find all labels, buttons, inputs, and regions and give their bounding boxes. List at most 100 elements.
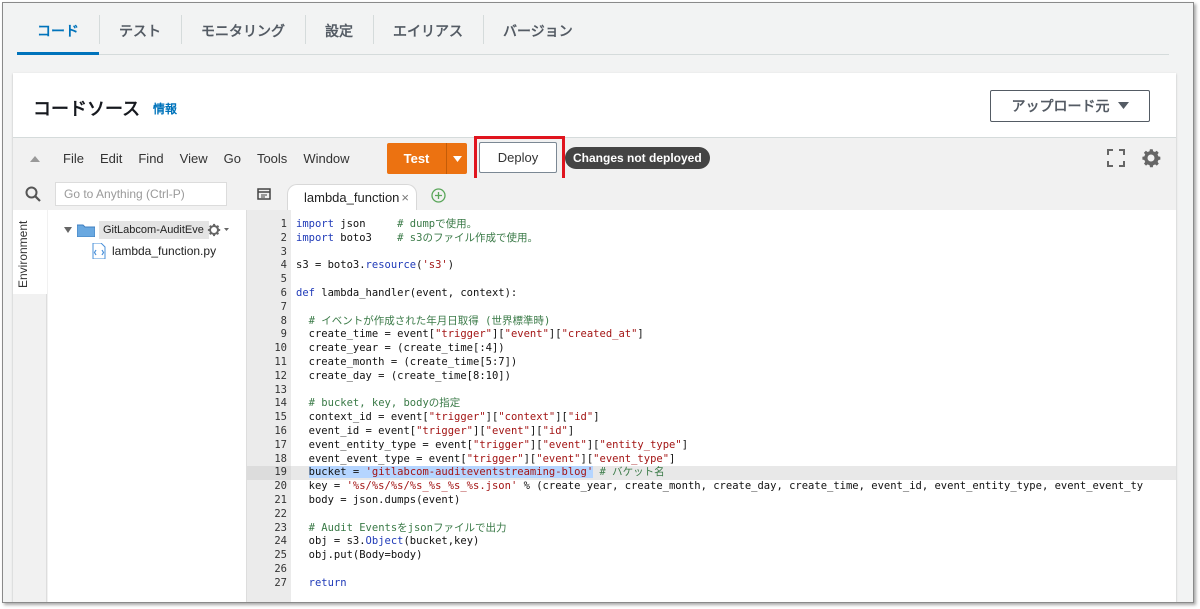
code-line[interactable]: 9 create_time = event["trigger"]["event"… [247,328,1176,342]
menu-edit[interactable]: Edit [92,151,130,166]
upload-from-label: アップロード元 [1011,98,1110,114]
code-line[interactable]: 10 create_year = (create_time[:4]) [247,342,1176,356]
folder-icon [77,224,95,237]
code-line[interactable]: 23 # Audit Eventsをjsonファイルで出力 [247,522,1176,536]
code-text: bucket = 'gitlabcom-auditeventstreaming-… [308,466,665,479]
tree-file-item[interactable]: lambda_function.py [92,243,216,259]
environment-tab-label: Environment [16,220,30,288]
line-number: 12 [274,369,287,382]
tab-list-icon[interactable] [257,187,271,201]
line-number: 6 [280,287,287,299]
code-line[interactable]: 6 def lambda_handler(event, context): [247,287,1176,301]
tab-configuration[interactable]: 設定 [305,7,373,54]
cloud9-ide: File Edit Find View Go Tools Window Test… [13,136,1176,602]
go-to-anything-input[interactable] [55,182,227,206]
top-tab-bar: コード テスト モニタリング 設定 エイリアス バージョン [17,7,1169,55]
code-line[interactable]: 22 [247,508,1176,522]
folder-settings-icon[interactable] [206,222,230,238]
tab-monitoring[interactable]: モニタリング [181,7,305,54]
code-text: obj = s3.Object(bucket,key) [296,535,480,548]
test-button[interactable]: Test [387,143,467,174]
gear-icon[interactable] [1139,146,1163,170]
code-text: # イベントが作成された年月日取得 (世界標準時) [308,314,551,327]
code-line[interactable]: 11 create_month = (create_time[5:7]) [247,356,1176,370]
line-number: 9 [280,328,287,341]
menu-file[interactable]: File [55,151,92,166]
fullscreen-icon[interactable] [1107,149,1125,167]
code-line[interactable]: 16 event_id = event["trigger"]["event"][… [247,425,1176,439]
code-line[interactable]: 12 create_day = (create_time[8:10]) [247,370,1176,384]
code-editor[interactable]: 1 import json # dumpで使用。 2 import boto3 # s… [247,210,1176,602]
line-number: 1 [280,218,287,230]
info-link[interactable]: 情報 [153,100,177,117]
code-line[interactable]: 25 obj.put(Body=body) [247,549,1176,563]
code-line[interactable]: 24 obj = s3.Object(bucket,key) [247,535,1176,549]
code-text: create_time = event["trigger"]["event"][… [296,328,644,341]
code-text: import boto3 # s3のファイル作成で使用。 [296,231,538,244]
menu-go[interactable]: Go [216,151,249,166]
collapse-up-icon[interactable] [29,152,41,164]
line-number: 4 [280,259,287,272]
code-text: import json # dumpで使用。 [296,218,478,230]
menu-tools[interactable]: Tools [249,151,295,166]
environment-side-tab[interactable]: Environment [13,210,47,602]
close-icon[interactable]: × [401,190,409,205]
test-dropdown-icon[interactable] [447,143,467,174]
code-line[interactable]: 20 key = '%s/%s/%s/%s_%s_%s_%s.json' % (… [247,480,1176,494]
code-line[interactable]: 1 import json # dumpで使用。 [247,218,1176,232]
file-name: lambda_function.py [112,244,217,258]
line-number: 17 [274,438,287,451]
folder-name: GitLabcom-AuditEve [99,221,209,239]
line-number: 13 [274,383,287,396]
code-line[interactable]: 7 [247,301,1176,315]
line-number: 20 [274,480,287,493]
line-number: 24 [274,535,287,548]
code-line[interactable]: 27 return [247,577,1176,591]
deploy-button[interactable]: Deploy [479,142,557,173]
menu-window[interactable]: Window [295,151,357,166]
search-icon [25,186,41,202]
line-number: 18 [274,452,287,465]
code-line[interactable]: 17 event_entity_type = event["trigger"][… [247,439,1176,453]
editor-tab-bar: lambda_function × [247,178,1176,210]
page-title: コードソース [33,99,141,119]
line-number: 2 [280,231,287,244]
code-text: return [308,576,347,589]
file-tab-label: lambda_function [304,190,400,205]
code-line[interactable]: 3 [247,246,1176,260]
code-text: # Audit Eventsをjsonファイルで出力 [308,521,507,534]
code-text: s3 = boto3.resource('s3') [296,259,455,272]
code-line[interactable]: 14 # bucket, key, bodyの指定 [247,397,1176,411]
panel-header: コードソース 情報 アップロード元 [13,73,1176,137]
code-line[interactable]: 15 context_id = event["trigger"]["contex… [247,411,1176,425]
code-line[interactable]: 2 import boto3 # s3のファイル作成で使用。 [247,232,1176,246]
line-number: 16 [274,425,287,437]
tab-lambda-function[interactable]: lambda_function × [287,184,417,210]
code-text: # bucket, key, bodyの指定 [308,397,461,410]
code-text: create_year = (create_time[:4]) [296,342,505,355]
line-number: 8 [280,314,287,327]
code-line[interactable]: 8 # イベントが作成された年月日取得 (世界標準時) [247,315,1176,329]
code-line[interactable]: 21 body = json.dumps(event) [247,494,1176,508]
code-line[interactable]: 5 [247,273,1176,287]
add-tab-icon[interactable] [431,188,446,203]
code-text: event_event_type = event["trigger"]["eve… [296,452,676,465]
code-line[interactable]: 4 s3 = boto3.resource('s3') [247,259,1176,273]
menu-view[interactable]: View [172,151,216,166]
code-line[interactable]: 26 [247,563,1176,577]
expand-triangle-icon[interactable] [63,225,73,235]
code-line[interactable]: 18 event_event_type = event["trigger"]["… [247,453,1176,467]
line-number: 14 [274,397,287,410]
code-line[interactable]: 19 bucket = 'gitlabcom-auditeventstreami… [247,466,1176,481]
line-number: 11 [274,356,287,368]
code-line[interactable]: 13 [247,384,1176,398]
tab-test[interactable]: テスト [99,7,181,54]
tab-aliases[interactable]: エイリアス [373,7,483,54]
upload-from-button[interactable]: アップロード元 [990,90,1150,122]
code-text: body = json.dumps(event) [296,494,461,506]
code-text: event_id = event["trigger"]["event"]["id… [296,425,575,437]
menu-find[interactable]: Find [130,151,171,166]
tab-versions[interactable]: バージョン [483,7,593,54]
go-to-anything-bar [13,178,247,210]
tab-code[interactable]: コード [17,7,99,55]
